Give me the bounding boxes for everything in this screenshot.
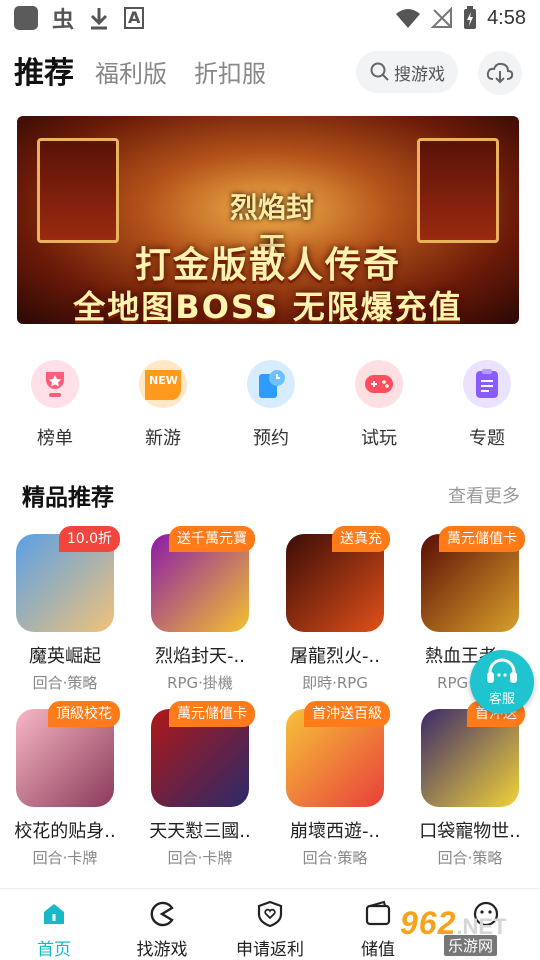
search-icon — [370, 62, 389, 81]
game-card[interactable]: 送真充屠龍烈火-.. 即時·RPG — [280, 526, 390, 693]
quick-item-trial[interactable]: 试玩 — [344, 360, 414, 450]
game-card[interactable]: 10.0折魔英崛起回合·策略 — [10, 526, 120, 693]
game-card[interactable]: 送千萬元寶烈焰封天-.. RPG·掛機 — [145, 526, 255, 693]
svg-text:NEW: NEW — [149, 374, 178, 387]
nav-label: 申请返利 — [236, 940, 304, 960]
quick-label: 专题 — [469, 428, 505, 449]
game-card[interactable]: 首沖送百級崩壞西遊-.. 回合·策略 — [280, 701, 390, 868]
customer-service-button[interactable]: 客服 — [470, 650, 534, 714]
quick-label: 预约 — [253, 428, 289, 449]
game-tags: 回合·卡牌 — [167, 849, 233, 867]
gamepad-icon — [355, 360, 403, 408]
section-title: 精品推荐 — [22, 485, 114, 511]
game-tags: 即時·RPG — [302, 674, 368, 692]
game-name: 屠龍烈火-.. — [290, 646, 380, 667]
game-name: 天天懟三國.. — [149, 821, 251, 842]
nav-label: 找游戏 — [136, 940, 188, 960]
clock: 4:58 — [487, 6, 526, 29]
promo-badge: 10.0折 — [58, 526, 120, 552]
text-notification-icon: A — [124, 7, 145, 29]
game-name: 魔英崛起 — [29, 646, 101, 667]
game-name: 崩壞西遊-.. — [290, 821, 380, 842]
nav-label: 首页 — [37, 940, 71, 960]
site-watermark: 962.NET 乐游网 — [400, 905, 536, 959]
quick-item-topics[interactable]: 专题 — [452, 360, 522, 450]
game-card[interactable]: 首沖送 口袋寵物世.. 回合·策略 — [415, 701, 525, 868]
bug-notification-icon: 虫 — [52, 8, 75, 33]
banner-card-right — [417, 138, 499, 243]
tab-discount[interactable]: 折扣服 — [194, 54, 266, 89]
no-signal-icon — [431, 7, 453, 28]
list-icon — [463, 360, 511, 408]
headset-icon — [487, 658, 517, 683]
search-button[interactable]: 搜游戏 — [356, 51, 458, 93]
download-manager-button[interactable] — [478, 51, 522, 95]
cloud-download-icon — [486, 62, 514, 84]
game-name: 烈焰封天-.. — [155, 646, 245, 667]
game-tags: 回合·卡牌 — [32, 849, 98, 867]
game-name: 口袋寵物世.. — [419, 821, 521, 842]
header: 推荐 福利版 折扣服 搜游戏 — [0, 48, 540, 98]
trophy-icon — [31, 360, 79, 408]
watermark-site-name: 乐游网 — [444, 935, 498, 956]
quick-menu: 榜单 NEW 新游 预约 试玩 专题 — [0, 360, 540, 450]
promo-badge: 萬元儲值卡 — [169, 701, 255, 727]
download-notification-icon — [90, 8, 108, 30]
quick-label: 试玩 — [361, 428, 397, 449]
tab-recommend[interactable]: 推荐 — [14, 48, 74, 92]
search-label: 搜游戏 — [394, 64, 445, 85]
home-icon — [39, 899, 69, 929]
banner-card-left — [37, 138, 119, 243]
promo-badge: 頂級校花 — [48, 701, 120, 727]
game-card[interactable]: 萬元儲值卡天天懟三國.. 回合·卡牌 — [145, 701, 255, 868]
new-icon: NEW — [139, 360, 187, 408]
see-more-link[interactable]: 查看更多 — [448, 482, 520, 508]
game-card[interactable]: 頂級校花校花的贴身.. 回合·卡牌 — [10, 701, 120, 868]
banner-headline: 打金版散人传奇 — [134, 245, 401, 286]
tab-welfare[interactable]: 福利版 — [95, 54, 167, 89]
game-tags: 回合·策略 — [302, 849, 368, 867]
promo-badge: 送千萬元寶 — [169, 526, 255, 552]
promo-banner[interactable]: 烈焰封天 打金版散人传奇 全地图BOSS 无限爆充值 — [17, 116, 519, 324]
banner-page-indicator — [264, 306, 272, 314]
clock-icon — [247, 360, 295, 408]
promo-badge: 首沖送百級 — [304, 701, 390, 727]
service-label: 客服 — [488, 691, 515, 707]
quick-item-ranking[interactable]: 榜单 — [20, 360, 90, 450]
nav-find-games[interactable]: 找游戏 — [112, 899, 212, 960]
nav-home[interactable]: 首页 — [4, 899, 104, 960]
status-bar: 虫 A 4:58 — [0, 0, 540, 36]
game-tags: 回合·策略 — [437, 849, 503, 867]
game-name: 校花的贴身.. — [14, 821, 116, 842]
quick-item-reserve[interactable]: 预约 — [236, 360, 306, 450]
promo-badge: 送真充 — [332, 526, 390, 552]
game-tags: RPG·掛機 — [167, 674, 233, 692]
nav-rebate[interactable]: 申请返利 — [220, 899, 320, 960]
quick-label: 新游 — [145, 428, 181, 449]
banner-subheadline: 全地图BOSS 无限爆充值 — [73, 288, 463, 324]
promo-badge: 萬元儲值卡 — [439, 526, 525, 552]
pacman-icon — [147, 899, 177, 929]
app-notification-icon — [14, 6, 38, 30]
wallet-icon — [363, 899, 393, 929]
quick-label: 榜单 — [37, 428, 73, 449]
shield-heart-icon — [255, 899, 285, 929]
battery-charging-icon — [464, 6, 477, 29]
game-tags: 回合·策略 — [32, 674, 98, 692]
quick-item-new-games[interactable]: NEW 新游 — [128, 360, 198, 450]
wifi-icon — [396, 9, 421, 28]
banner-game-logo: 烈焰封天 — [229, 191, 314, 264]
